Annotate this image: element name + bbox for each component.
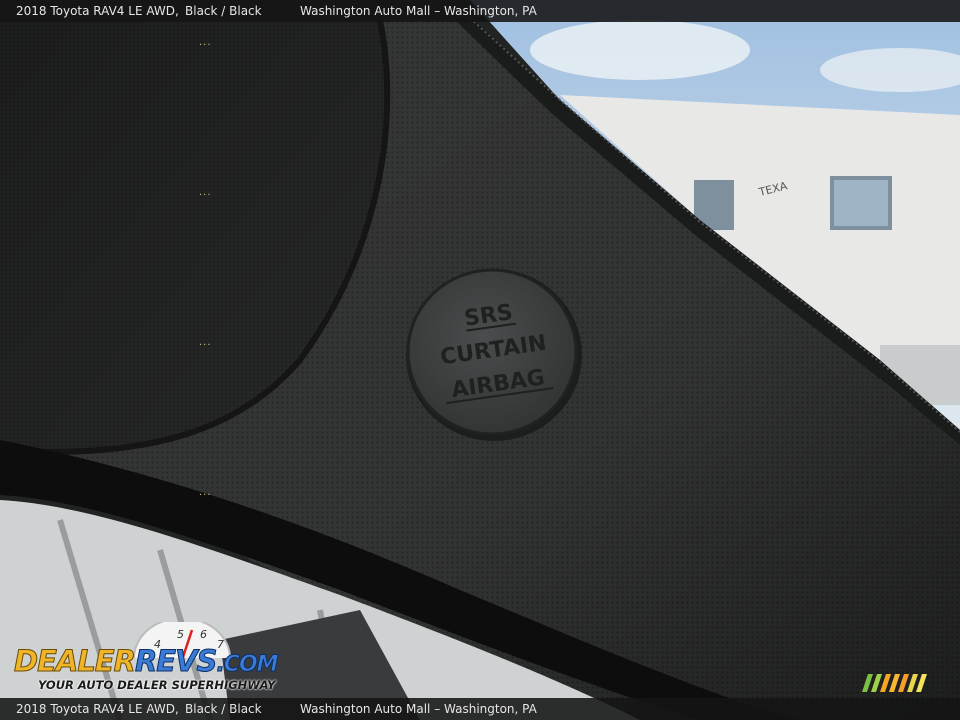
caption-color: Black / Black bbox=[185, 4, 262, 18]
svg-text:5: 5 bbox=[177, 628, 184, 641]
watermark-dots: ··· bbox=[199, 40, 212, 51]
photo-stage: TEXA SRS CURTAIN AIRBAG ··· ··· ··· ··· … bbox=[0, 0, 960, 720]
svg-text:6: 6 bbox=[200, 628, 207, 641]
logo-wordmark: DEALERREVS.COM bbox=[14, 644, 280, 679]
caption-dealer-bottom: Washington Auto Mall – Washington, PA bbox=[300, 702, 537, 716]
caption-vehicle: 2018 Toyota RAV4 LE AWD, bbox=[16, 4, 179, 18]
caption-bar-bottom: 2018 Toyota RAV4 LE AWD, Black / Black W… bbox=[0, 698, 960, 720]
caption-bar-top: 2018 Toyota RAV4 LE AWD, Black / Black W… bbox=[0, 0, 960, 22]
caption-vehicle-bottom: 2018 Toyota RAV4 LE AWD, bbox=[16, 702, 179, 716]
airbag-emblem: SRS CURTAIN AIRBAG bbox=[406, 268, 582, 441]
watermark-dots: ··· bbox=[199, 190, 212, 201]
stripes-logo-icon bbox=[862, 674, 927, 692]
logo-dealer-text: DEALER bbox=[14, 644, 137, 679]
caption-dealer: Washington Auto Mall – Washington, PA bbox=[300, 4, 537, 18]
caption-color-bottom: Black / Black bbox=[185, 702, 262, 716]
car-interior-photo: TEXA SRS CURTAIN AIRBAG bbox=[0, 0, 960, 720]
logo-com-text: .COM bbox=[216, 652, 279, 678]
logo-tagline: YOUR AUTO DEALER SUPERHIGHWAY bbox=[38, 678, 276, 692]
watermark-dots: ··· bbox=[199, 490, 212, 501]
dealerrevs-logo: 4 5 6 7 DEALERREVS.COM YOUR AUTO DEALER … bbox=[12, 622, 279, 696]
logo-revs-text: REVS bbox=[134, 644, 217, 679]
watermark-dots: ··· bbox=[199, 340, 212, 351]
